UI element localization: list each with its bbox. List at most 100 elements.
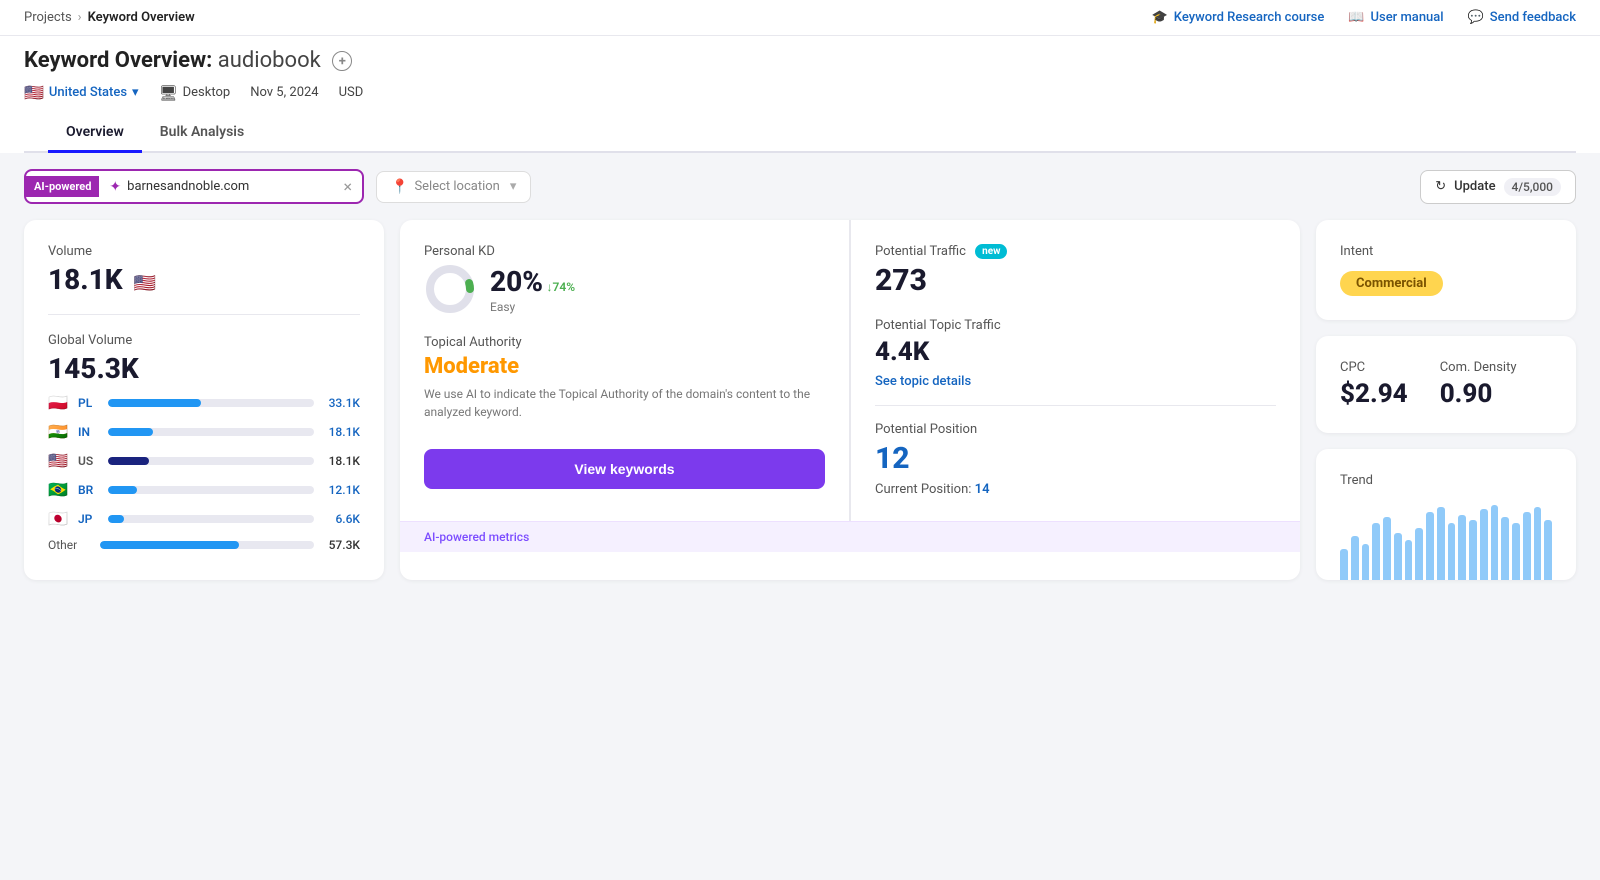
currency-display: USD xyxy=(339,85,364,100)
cpc-label: CPC xyxy=(1340,360,1408,375)
bar-fill-us xyxy=(108,457,149,465)
bar-track-in xyxy=(108,428,314,436)
country-row-jp: 🇯🇵 JP 6.6K xyxy=(48,509,360,528)
bar-track-other xyxy=(100,541,314,549)
trend-bar xyxy=(1394,533,1402,580)
current-position-value: 14 xyxy=(975,482,990,497)
trend-bar xyxy=(1544,520,1552,580)
user-manual-link[interactable]: 📖 User manual xyxy=(1348,10,1443,25)
topical-authority-section: Topical Authority Moderate We use AI to … xyxy=(424,335,825,421)
ai-search-input[interactable]: ✦ barnesandnoble.com × xyxy=(99,171,362,202)
flag-pl: 🇵🇱 xyxy=(48,393,70,412)
bar-track-pl xyxy=(108,399,314,407)
cpc-value: $2.94 xyxy=(1340,379,1408,409)
trend-bar xyxy=(1415,528,1423,580)
date-display: Nov 5, 2024 xyxy=(250,85,318,100)
potential-position-label: Potential Position xyxy=(875,422,1276,437)
breadcrumb-current: Keyword Overview xyxy=(88,10,195,25)
view-keywords-button[interactable]: View keywords xyxy=(424,449,825,489)
new-badge: new xyxy=(975,244,1007,259)
search-value[interactable]: barnesandnoble.com xyxy=(127,179,337,194)
ai-powered-badge: AI-powered xyxy=(26,176,99,197)
middle-card: Personal KD 20% ↓74% Easy xyxy=(400,220,1300,580)
refresh-icon: ↻ xyxy=(1435,179,1446,194)
trend-card: Trend xyxy=(1316,449,1576,580)
value-us: 18.1K xyxy=(322,454,360,468)
value-jp[interactable]: 6.6K xyxy=(322,512,360,526)
potential-topic-traffic-label: Potential Topic Traffic xyxy=(875,318,1276,333)
middle-right: Potential Traffic new 273 Potential Topi… xyxy=(850,220,1300,521)
trend-bar xyxy=(1480,509,1488,580)
ta-value: Moderate xyxy=(424,354,825,379)
other-label: Other xyxy=(48,538,92,552)
trend-bar xyxy=(1501,517,1509,580)
tab-bulk-analysis[interactable]: Bulk Analysis xyxy=(142,112,262,153)
meta-row: 🇺🇸 United States ▾ 🖥 Desktop Nov 5, 2024… xyxy=(24,83,1576,112)
course-icon: 🎓 xyxy=(1152,10,1168,25)
trend-bar xyxy=(1351,536,1359,580)
pkd-row: 20% ↓74% Easy xyxy=(424,263,825,315)
value-br[interactable]: 12.1K xyxy=(322,483,360,497)
flag-in: 🇮🇳 xyxy=(48,422,70,441)
cards-area: Volume 18.1K 🇺🇸 Global Volume 145.3K 🇵🇱 … xyxy=(0,220,1600,604)
flag-jp: 🇯🇵 xyxy=(48,509,70,528)
cpc-density-row: CPC $2.94 Com. Density 0.90 xyxy=(1340,360,1552,409)
main-header: Keyword Overview: audiobook + 🇺🇸 United … xyxy=(0,36,1600,153)
value-other: 57.3K xyxy=(322,538,360,552)
pkd-delta: ↓74% xyxy=(547,280,576,294)
volume-card: Volume 18.1K 🇺🇸 Global Volume 145.3K 🇵🇱 … xyxy=(24,220,384,580)
device-selector[interactable]: 🖥 Desktop xyxy=(159,84,231,102)
value-in[interactable]: 18.1K xyxy=(322,425,360,439)
add-keyword-icon[interactable]: + xyxy=(332,51,352,71)
cpc-density-card: CPC $2.94 Com. Density 0.90 xyxy=(1316,336,1576,433)
code-pl[interactable]: PL xyxy=(78,396,100,410)
trend-label: Trend xyxy=(1340,473,1552,488)
trend-bar xyxy=(1534,507,1542,580)
code-in[interactable]: IN xyxy=(78,425,100,439)
location-chevron-icon: ▾ xyxy=(510,179,517,194)
trend-bar xyxy=(1437,507,1445,580)
trend-bar xyxy=(1372,523,1380,580)
bar-track-br xyxy=(108,486,314,494)
ai-footer: AI-powered metrics xyxy=(400,521,1300,552)
trend-bars xyxy=(1340,500,1552,580)
pkd-label: Personal KD xyxy=(424,244,825,259)
keyword-name: audiobook xyxy=(218,48,321,73)
trend-bar xyxy=(1512,523,1520,580)
bar-fill-br xyxy=(108,486,137,494)
top-bar: Projects › Keyword Overview 🎓 Keyword Re… xyxy=(0,0,1600,36)
top-actions: 🎓 Keyword Research course 📖 User manual … xyxy=(1152,10,1576,25)
bar-track-us xyxy=(108,457,314,465)
tab-overview[interactable]: Overview xyxy=(48,112,142,153)
keyword-course-link[interactable]: 🎓 Keyword Research course xyxy=(1152,10,1325,25)
country-row-pl: 🇵🇱 PL 33.1K xyxy=(48,393,360,412)
send-feedback-link[interactable]: 💬 Send feedback xyxy=(1468,10,1576,25)
trend-bar xyxy=(1426,512,1434,580)
clear-search-icon[interactable]: × xyxy=(343,177,352,196)
divider-1 xyxy=(48,314,360,315)
donut-chart xyxy=(424,263,476,315)
intent-badge: Commercial xyxy=(1340,271,1443,296)
trend-bar xyxy=(1491,505,1499,580)
density-label: Com. Density xyxy=(1440,360,1517,375)
location-selector[interactable]: 📍 Select location ▾ xyxy=(376,171,531,203)
bar-fill-in xyxy=(108,428,153,436)
desktop-icon: 🖥 xyxy=(159,84,178,102)
update-button[interactable]: ↻ Update 4/5,000 xyxy=(1420,170,1576,204)
code-br[interactable]: BR xyxy=(78,483,100,497)
intent-label: Intent xyxy=(1340,244,1552,259)
density-value: 0.90 xyxy=(1440,379,1517,409)
code-us: US xyxy=(78,454,100,468)
breadcrumb-parent[interactable]: Projects xyxy=(24,10,72,25)
location-pin-icon: 📍 xyxy=(391,179,408,195)
bar-fill-pl xyxy=(108,399,201,407)
value-pl[interactable]: 33.1K xyxy=(322,396,360,410)
code-jp[interactable]: JP xyxy=(78,512,100,526)
trend-bar xyxy=(1405,540,1413,580)
divider-middle xyxy=(875,405,1276,406)
volume-value: 18.1K 🇺🇸 xyxy=(48,263,360,296)
see-topic-details-link[interactable]: See topic details xyxy=(875,374,971,389)
country-selector[interactable]: 🇺🇸 United States ▾ xyxy=(24,83,139,102)
trend-bar xyxy=(1383,517,1391,580)
global-volume-value: 145.3K xyxy=(48,352,360,385)
